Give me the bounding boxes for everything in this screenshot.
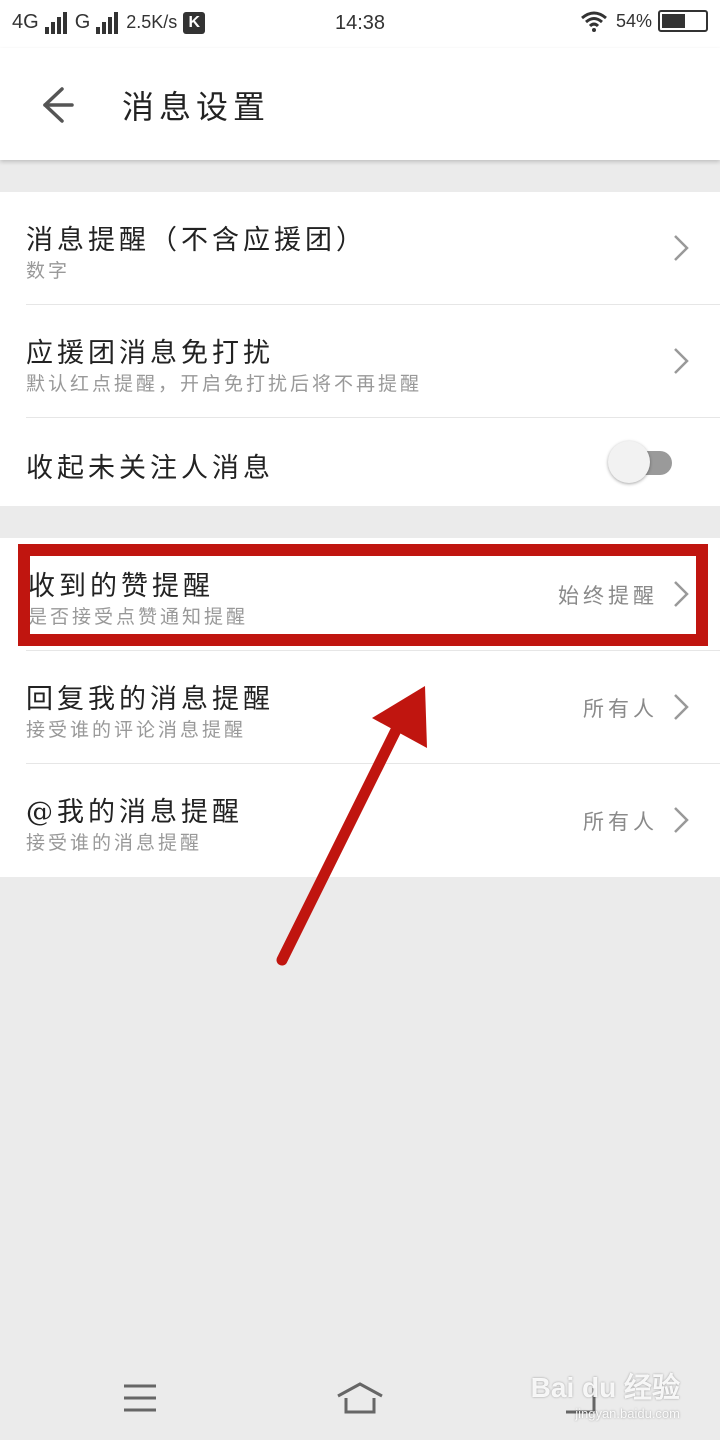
toggle-knob <box>608 441 650 483</box>
chevron-right-icon <box>674 694 689 720</box>
row-fold-unfollowed: 收起未关注人消息 <box>26 418 720 506</box>
status-right: 54% <box>580 10 708 32</box>
watermark-brand: Bai du 经验 <box>530 1372 680 1403</box>
settings-group-general: 消息提醒（不含应援团） 数字 应援团消息免打扰 默认红点提醒，开启免打扰后将不再… <box>0 192 720 506</box>
row-value: 所有人 <box>583 697 658 721</box>
row-subtitle: 接受谁的评论消息提醒 <box>26 719 247 741</box>
status-bar: 4G G 2.5K/s K 14:38 54% <box>0 0 720 48</box>
wifi-icon <box>581 11 607 32</box>
row-likes-reminder[interactable]: 收到的赞提醒 是否接受点赞通知提醒 始终提醒 <box>26 538 720 651</box>
chevron-right-icon <box>674 581 689 607</box>
chevron-right-icon <box>674 807 689 833</box>
row-subtitle: 数字 <box>26 260 71 282</box>
watermark-url: jingyan.baidu.com <box>575 1406 680 1421</box>
settings-group-notifications: 收到的赞提醒 是否接受点赞通知提醒 始终提醒 回复我的消息提醒 接受谁的评论消息… <box>0 538 720 877</box>
row-title: 消息提醒（不含应援团） <box>26 225 367 256</box>
row-title: 回复我的消息提醒 <box>26 684 274 715</box>
row-subtitle: 接受谁的消息提醒 <box>26 832 203 854</box>
row-subtitle: 是否接受点赞通知提醒 <box>28 606 249 628</box>
row-group-do-not-disturb[interactable]: 应援团消息免打扰 默认红点提醒，开启免打扰后将不再提醒 <box>26 305 720 418</box>
row-mention-reminder[interactable]: @我的消息提醒 接受谁的消息提醒 所有人 <box>26 764 720 877</box>
row-title: 应援团消息免打扰 <box>26 338 274 369</box>
chevron-right-icon <box>674 348 689 374</box>
app-header: 消息设置 <box>0 48 720 160</box>
row-title: @我的消息提醒 <box>26 797 243 828</box>
menu-icon[interactable] <box>110 1378 170 1418</box>
arrow-left-icon[interactable] <box>28 78 84 128</box>
row-value: 始终提醒 <box>558 584 658 608</box>
row-message-reminder[interactable]: 消息提醒（不含应援团） 数字 <box>26 192 720 305</box>
row-reply-reminder[interactable]: 回复我的消息提醒 接受谁的评论消息提醒 所有人 <box>26 651 720 764</box>
home-icon[interactable] <box>330 1378 390 1418</box>
page-title: 消息设置 <box>122 88 271 126</box>
row-value: 所有人 <box>583 810 658 834</box>
battery-percent: 54% <box>615 10 652 31</box>
chevron-right-icon <box>674 235 689 261</box>
row-title: 收起未关注人消息 <box>26 453 274 484</box>
fold-unfollowed-toggle[interactable] <box>608 441 674 483</box>
row-title: 收到的赞提醒 <box>28 571 214 602</box>
row-subtitle: 默认红点提醒，开启免打扰后将不再提醒 <box>26 373 423 395</box>
battery-icon <box>658 10 708 32</box>
watermark: Bai du 经验 jingyan.baidu.com <box>531 1366 680 1421</box>
